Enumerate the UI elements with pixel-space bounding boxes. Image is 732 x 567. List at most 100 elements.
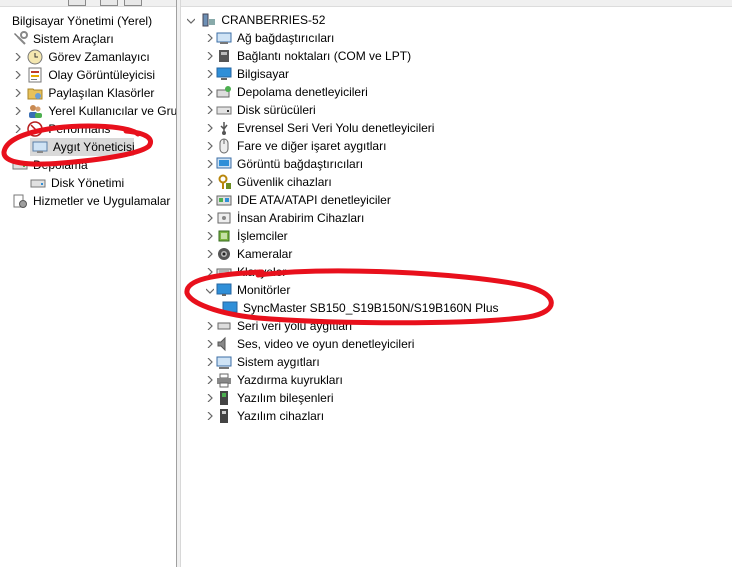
tools-icon [12, 31, 28, 47]
chevron-right-icon[interactable] [204, 407, 216, 425]
disk-icon [30, 175, 46, 191]
chevron-right-icon[interactable] [204, 209, 216, 227]
tree-item-storage[interactable]: Depolama [12, 156, 88, 174]
software-device-icon [216, 408, 232, 424]
tree-item-local-users[interactable]: Yerel Kullanıcılar ve Gru [12, 102, 176, 120]
computer-icon [200, 12, 216, 28]
device-category[interactable]: Kameralar [204, 245, 292, 263]
computer-node[interactable]: CRANBERRIES-52 [185, 11, 325, 29]
tree-item-label: Paylaşılan Klasörler [48, 86, 155, 100]
disk-drive-icon [216, 102, 232, 118]
device-label: Monitörler [237, 283, 291, 297]
shared-folder-icon [27, 85, 43, 101]
event-viewer-icon [27, 67, 43, 83]
hid-icon [216, 210, 232, 226]
device-category[interactable]: Bağlantı noktaları (COM ve LPT) [204, 47, 411, 65]
device-category[interactable]: Depolama denetleyicileri [204, 83, 368, 101]
device-category[interactable]: Evrensel Seri Veri Yolu denetleyicileri [204, 119, 434, 137]
device-label: Sistem aygıtları [237, 355, 320, 369]
services-icon [12, 193, 28, 209]
computer-icon [216, 66, 232, 82]
chevron-right-icon[interactable] [204, 65, 216, 83]
device-label: Yazılım cihazları [237, 409, 325, 423]
device-category[interactable]: İnsan Arabirim Cihazları [204, 209, 364, 227]
monitor-icon [222, 300, 238, 316]
device-label: SyncMaster SB150_S19B150N/S19B160N Plus [243, 301, 499, 315]
tree-item-label: Görev Zamanlayıcı [48, 50, 150, 64]
chevron-right-icon[interactable] [204, 83, 216, 101]
chevron-right-icon[interactable] [204, 137, 216, 155]
device-category[interactable]: Monitörler [204, 281, 290, 299]
tree-item-services-apps[interactable]: Hizmetler ve Uygulamalar [12, 192, 170, 210]
device-category[interactable]: Yazılım cihazları [204, 407, 324, 425]
security-device-icon [216, 174, 232, 190]
device-label: Disk sürücüleri [237, 103, 316, 117]
device-label: Bilgisayar [237, 67, 290, 81]
tree-item-task-scheduler[interactable]: Görev Zamanlayıcı [12, 48, 150, 66]
tree-item-event-viewer[interactable]: Olay Görüntüleyicisi [12, 66, 155, 84]
chevron-right-icon[interactable] [204, 335, 216, 353]
device-category[interactable]: Fare ve diğer işaret aygıtları [204, 137, 386, 155]
device-label: İnsan Arabirim Cihazları [237, 211, 365, 225]
tree-item-device-manager[interactable]: Aygıt Yöneticisi [30, 138, 135, 156]
tree-item-disk-management[interactable]: Disk Yönetimi [30, 174, 124, 192]
chevron-right-icon[interactable] [204, 191, 216, 209]
chevron-right-icon[interactable] [12, 66, 24, 84]
device-category[interactable]: İşlemciler [204, 227, 288, 245]
chevron-right-icon[interactable] [204, 47, 216, 65]
device-category[interactable]: Yazılım bileşenleri [204, 389, 333, 407]
chevron-right-icon[interactable] [204, 101, 216, 119]
tree-item-label: Disk Yönetimi [51, 176, 125, 190]
device-label: Bağlantı noktaları (COM ve LPT) [237, 49, 412, 63]
device-category[interactable]: Görüntü bağdaştırıcıları [204, 155, 363, 173]
device-category[interactable]: IDE ATA/ATAPI denetleyiciler [204, 191, 391, 209]
device-category[interactable]: Güvenlik cihazları [204, 173, 332, 191]
tree-root[interactable]: Bilgisayar Yönetimi (Yerel) [12, 12, 152, 30]
tree-item-shared-folders[interactable]: Paylaşılan Klasörler [12, 84, 154, 102]
chevron-right-icon[interactable] [12, 102, 24, 120]
chevron-right-icon[interactable] [204, 371, 216, 389]
device-label: Depolama denetleyicileri [237, 85, 368, 99]
tree-item-performance[interactable]: Performans [12, 120, 110, 138]
chevron-down-icon[interactable] [204, 281, 216, 299]
chevron-right-icon[interactable] [204, 29, 216, 47]
device-label: IDE ATA/ATAPI denetleyiciler [237, 193, 391, 207]
chevron-right-icon[interactable] [204, 227, 216, 245]
performance-icon [27, 121, 44, 137]
toolbar-button[interactable] [100, 0, 118, 6]
chevron-right-icon[interactable] [204, 245, 216, 263]
device-label: Klavyeler [237, 265, 287, 279]
tree-item-system-tools[interactable]: Sistem Araçları [12, 30, 114, 48]
device-category[interactable]: Seri veri yolu aygıtları [204, 317, 352, 335]
network-adapter-icon [216, 30, 232, 46]
tree-item-label: Sistem Araçları [33, 32, 114, 46]
chevron-right-icon[interactable] [12, 120, 24, 138]
device-category[interactable]: Sistem aygıtları [204, 353, 320, 371]
software-component-icon [216, 390, 232, 406]
serial-bus-icon [216, 318, 232, 334]
toolbar-button[interactable] [68, 0, 86, 6]
chevron-right-icon[interactable] [204, 155, 216, 173]
chevron-right-icon[interactable] [204, 263, 216, 281]
chevron-right-icon[interactable] [204, 173, 216, 191]
tree-item-label: Depolama [33, 158, 88, 172]
chevron-right-icon[interactable] [204, 353, 216, 371]
chevron-right-icon[interactable] [204, 389, 216, 407]
chevron-right-icon[interactable] [204, 317, 216, 335]
device-category[interactable]: Ağ bağdaştırıcıları [204, 29, 334, 47]
device-item[interactable]: SyncMaster SB150_S19B150N/S19B160N Plus [222, 299, 499, 317]
chevron-right-icon[interactable] [12, 48, 24, 66]
ide-controller-icon [216, 192, 232, 208]
device-category[interactable]: Ses, video ve oyun denetleyicileri [204, 335, 414, 353]
device-category[interactable]: Bilgisayar [204, 65, 289, 83]
system-device-icon [216, 354, 232, 370]
chevron-right-icon[interactable] [12, 84, 24, 102]
device-category[interactable]: Yazdırma kuyrukları [204, 371, 343, 389]
device-category[interactable]: Klavyeler [204, 263, 286, 281]
device-label: Yazdırma kuyrukları [237, 373, 343, 387]
chevron-down-icon[interactable] [185, 11, 197, 29]
toolbar-button[interactable] [124, 0, 142, 6]
device-category[interactable]: Disk sürücüleri [204, 101, 316, 119]
chevron-right-icon[interactable] [204, 119, 216, 137]
keyboard-icon [216, 264, 232, 280]
